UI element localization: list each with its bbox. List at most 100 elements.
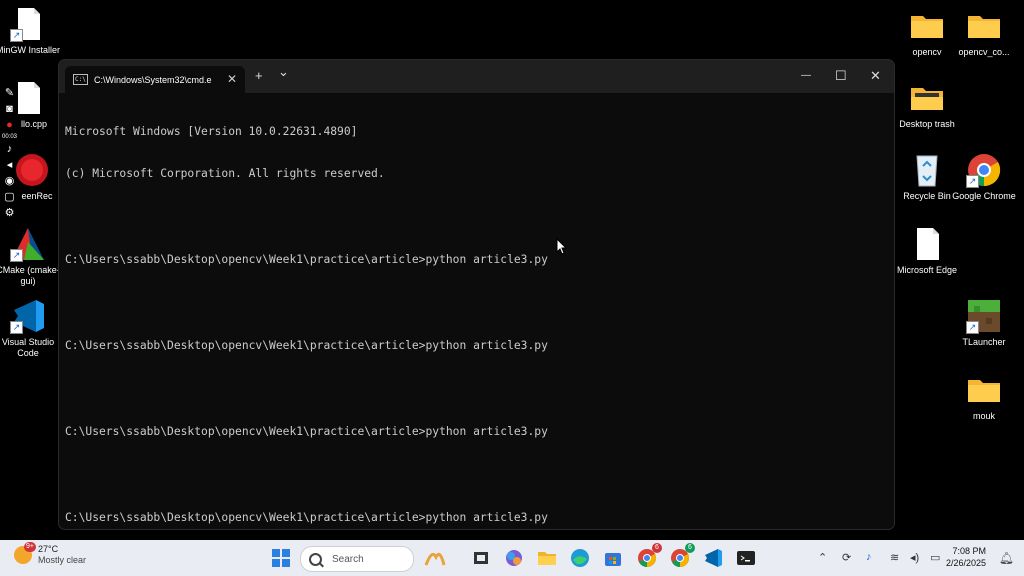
store-icon[interactable] <box>602 547 624 569</box>
minimize-button[interactable]: — <box>801 68 811 84</box>
notification-badge: 9+ <box>24 542 36 552</box>
webcam-icon[interactable]: ◉ <box>3 174 17 188</box>
desktop-icon-tlauncher[interactable]: ↗ TLauncher <box>952 298 1016 348</box>
recycle-bin-icon <box>909 152 945 188</box>
title-bar[interactable]: C:\ C:\Windows\System32\cmd.e ✕ + ⌄ — ☐ … <box>59 60 894 93</box>
shortcut-arrow-icon: ↗ <box>966 175 979 188</box>
weather-sun-icon: 9+ <box>14 542 36 564</box>
pen-icon[interactable]: ✎ <box>3 86 17 100</box>
weather-condition: Mostly clear <box>38 555 87 565</box>
vscode-icon: ↗ <box>10 298 46 334</box>
weather-temperature: 27°C <box>38 544 59 554</box>
desktop-icon-desktop-trash[interactable]: Desktop trash <box>895 80 959 130</box>
search-label: Search <box>332 553 364 565</box>
desktop-icon-vscode[interactable]: ↗ Visual Studio Code <box>0 298 60 359</box>
console-line: C:\Users\ssabb\Desktop\opencv\Week1\prac… <box>65 253 548 267</box>
chevron-down-icon[interactable]: ⌄ <box>278 64 289 80</box>
edge-icon[interactable] <box>569 547 591 569</box>
volume-icon[interactable]: ◂) <box>910 551 919 564</box>
desktop-icon-mingw[interactable]: ↗ MinGW Installer <box>0 6 60 56</box>
desktop-icon-recycle-bin[interactable]: Recycle Bin <box>895 152 959 202</box>
desktop-icon-label: TLauncher <box>962 337 1006 347</box>
microphone-icon[interactable]: ♪ <box>866 551 872 563</box>
microphone-icon[interactable]: ♪ <box>3 142 17 156</box>
desktop-icon-label: opencv <box>912 47 942 57</box>
console-line: (c) Microsoft Corporation. All rights re… <box>65 167 385 181</box>
camera-icon[interactable]: ◙ <box>3 102 17 116</box>
taskbar: 9+ 27°C Mostly clear Search 6 6 ⌃ ⟳ ♪ ≋ … <box>0 540 1024 576</box>
windows-start-icon[interactable] <box>270 547 292 569</box>
maximize-button[interactable]: ☐ <box>835 68 847 84</box>
console-line: Microsoft Windows [Version 10.0.22631.48… <box>65 124 358 138</box>
chrome-icon: ↗ <box>966 152 1002 188</box>
folder-icon <box>966 372 1002 408</box>
desktop-icon-mouk[interactable]: mouk <box>952 372 1016 422</box>
show-hidden-icons-chevron-up-icon[interactable]: ⌃ <box>818 551 827 564</box>
clock-date: 2/26/2025 <box>945 558 986 568</box>
desktop-icon-opencv-co[interactable]: opencv_co... <box>952 8 1016 58</box>
console-line: C:\Users\ssabb\Desktop\opencv\Week1\prac… <box>65 339 548 353</box>
console-output[interactable]: Microsoft Windows [Version 10.0.22631.48… <box>65 96 888 529</box>
vscode-icon[interactable] <box>702 547 724 569</box>
desktop-icon-opencv[interactable]: opencv <box>895 8 959 58</box>
clock-time: 7:08 PM <box>952 546 986 556</box>
shortcut-arrow-icon: ↗ <box>966 321 979 334</box>
chrome-icon[interactable]: 6 <box>636 543 662 569</box>
speaker-icon[interactable]: ◂ <box>3 158 17 172</box>
shortcut-arrow-icon: ↗ <box>10 321 23 334</box>
console-line: C:\Users\ssabb\Desktop\opencv\Week1\prac… <box>65 424 548 438</box>
folder-icon <box>909 80 945 116</box>
desktop-icon-google-chrome[interactable]: ↗ Google Chrome <box>952 152 1016 202</box>
window-icon[interactable]: ▢ <box>3 190 17 204</box>
copilot-icon[interactable] <box>503 547 525 569</box>
new-tab-button[interactable]: + <box>255 68 263 84</box>
desktop-icon-label: Visual Studio Code <box>1 337 55 358</box>
notification-badge: 6 <box>685 543 695 553</box>
search-box[interactable]: Search <box>300 546 414 572</box>
tab-title: C:\Windows\System32\cmd.e <box>94 74 212 85</box>
desktop-icon-label: Google Chrome <box>952 191 1016 201</box>
folder-icon <box>966 8 1002 44</box>
file-icon: ↗ <box>10 6 46 42</box>
weather-widget[interactable]: 9+ 27°C Mostly clear <box>14 542 87 566</box>
desktop-icon-label: mouk <box>972 411 995 421</box>
desktop-icon-microsoft-edge[interactable]: Microsoft Edge <box>895 226 959 276</box>
close-tab-icon[interactable]: ✕ <box>227 72 237 86</box>
search-icon <box>309 552 322 566</box>
battery-icon[interactable]: ▭ <box>930 551 940 564</box>
record-icon[interactable]: ● <box>3 118 17 132</box>
sync-icon[interactable]: ⟳ <box>842 551 851 564</box>
folder-icon <box>909 8 945 44</box>
desktop-icon-label: MinGW Installer <box>0 45 61 55</box>
desktop-icon-label: Desktop trash <box>899 119 955 129</box>
file-explorer-icon[interactable] <box>536 547 558 569</box>
desktop-icon-label: CMake (cmake-gui) <box>0 265 60 286</box>
clock[interactable]: 7:08 PM 2/26/2025 <box>946 545 986 569</box>
desktop-icon-label: Microsoft Edge <box>896 265 958 275</box>
desktop-icon-label: Recycle Bin <box>903 191 951 201</box>
desktop-icon-label: opencv_co... <box>958 47 1010 57</box>
terminal-icon[interactable] <box>735 547 757 569</box>
mouse-cursor-icon <box>556 238 568 255</box>
app-icon-1[interactable] <box>424 547 446 569</box>
wifi-icon[interactable]: ≋ <box>890 551 899 564</box>
terminal-window[interactable]: C:\ C:\Windows\System32\cmd.e ✕ + ⌄ — ☐ … <box>58 59 895 530</box>
settings-icon[interactable]: ⚙ <box>3 206 17 220</box>
tab-cmd[interactable]: C:\ C:\Windows\System32\cmd.e ✕ <box>65 66 245 93</box>
console-line: C:\Users\ssabb\Desktop\opencv\Week1\prac… <box>65 510 548 524</box>
file-icon <box>909 226 945 262</box>
task-view-icon[interactable] <box>470 547 492 569</box>
recorder-toolbar: ✎ ◙ ● 00:03 ♪ ◂ ◉ ▢ ⚙ <box>0 86 19 256</box>
notification-bell-icon[interactable]: 🔔︎ <box>999 551 1014 565</box>
recording-time: 00:03 <box>1 134 17 140</box>
cmd-icon: C:\ <box>73 74 88 85</box>
shortcut-arrow-icon: ↗ <box>10 29 23 42</box>
close-button[interactable]: ✕ <box>870 68 881 84</box>
chrome-profile-icon[interactable]: 6 <box>669 543 695 569</box>
tlauncher-icon: ↗ <box>966 298 1002 334</box>
notification-badge: 6 <box>652 543 662 553</box>
